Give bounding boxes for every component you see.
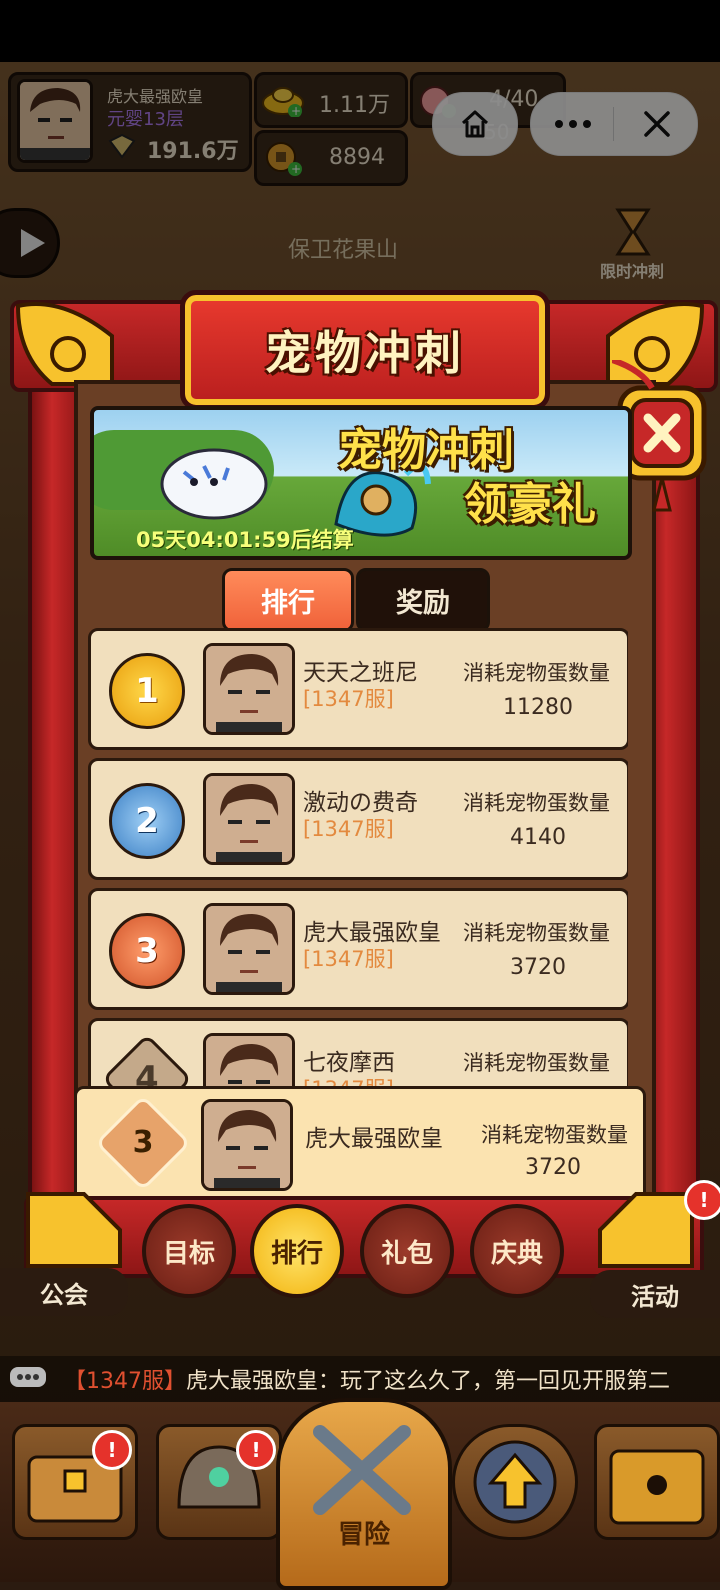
tab-ranking[interactable]: 排行	[222, 568, 354, 632]
my-rank-row: 3 虎大最强欧皇 消耗宠物蛋数量 3720	[74, 1086, 646, 1208]
metric-label: 消耗宠物蛋数量	[463, 791, 610, 815]
metric-value: 11280	[503, 695, 573, 720]
left-cloud-ornament	[12, 296, 122, 388]
locked-chest-icon	[609, 1449, 705, 1525]
player-server: [1347服]	[303, 687, 394, 711]
nav-gift[interactable]: 礼包	[360, 1204, 454, 1298]
ranking-list[interactable]: 1 天天之班尼 [1347服] 消耗宠物蛋数量 11280 2 激动の费奇 [1…	[88, 628, 628, 1088]
my-name: 虎大最强欧皇	[305, 1126, 443, 1152]
player-portrait	[203, 903, 295, 995]
locked-chest-button[interactable]	[594, 1424, 720, 1540]
upgrade-button[interactable]	[452, 1424, 578, 1540]
chat-message: 虎大最强欧皇：玩了这么久了，第一回见开服第二	[186, 1369, 671, 1394]
modal-title: 宠物冲刺	[265, 326, 465, 380]
helmet-alert-badge: !	[236, 1430, 276, 1470]
my-metric-value: 3720	[525, 1155, 581, 1180]
event-countdown: 05天04:01:59后结算	[136, 528, 354, 552]
metric-label: 消耗宠物蛋数量	[463, 921, 610, 945]
player-name: 激动の费奇	[303, 790, 418, 816]
rank-number: 4	[135, 1058, 159, 1088]
gold-medal-icon: 1	[109, 653, 185, 729]
my-metric-label: 消耗宠物蛋数量	[481, 1123, 628, 1147]
player-server: [1347服]	[303, 947, 394, 971]
player-portrait	[203, 773, 295, 865]
player-name: 天天之班尼	[303, 660, 418, 686]
right-corner-ornament	[596, 1190, 696, 1270]
nav-ranking[interactable]: 排行	[250, 1204, 344, 1298]
chat-bar[interactable]: 【1347服】 虎大最强欧皇：玩了这么久了，第一回见开服第二	[0, 1356, 720, 1402]
guild-button[interactable]: 公会	[0, 1268, 128, 1316]
ranking-row[interactable]: 4 七夜摩西 [1347服] 消耗宠物蛋数量	[88, 1018, 628, 1088]
my-portrait	[201, 1099, 293, 1191]
event-banner: 宠物冲刺 领豪礼 05天04:01:59后结算	[90, 406, 632, 560]
player-portrait	[203, 643, 295, 735]
ranking-row[interactable]: 2 激动の费奇 [1347服] 消耗宠物蛋数量 4140	[88, 758, 628, 880]
adventure-label: 冒险	[337, 1520, 390, 1550]
crossed-swords-icon	[313, 1425, 411, 1515]
ranking-row[interactable]: 3 虎大最强欧皇 [1347服] 消耗宠物蛋数量 3720	[88, 888, 628, 1010]
player-name: 七夜摩西	[303, 1050, 395, 1076]
ranking-row[interactable]: 1 天天之班尼 [1347服] 消耗宠物蛋数量 11280	[88, 628, 628, 750]
upgrade-arrow-icon	[473, 1440, 557, 1524]
chat-server-tag: 【1347服】	[64, 1369, 186, 1394]
modal-title-plate: 宠物冲刺	[180, 290, 550, 410]
player-name: 虎大最强欧皇	[303, 920, 441, 946]
player-portrait	[203, 1033, 295, 1088]
adventure-button[interactable]: 冒险	[276, 1398, 452, 1590]
left-corner-ornament	[24, 1190, 124, 1270]
my-rank-number: 3	[132, 1125, 154, 1160]
silver-medal-icon: 2	[109, 783, 185, 859]
rank-diamond-icon: 4	[101, 1033, 193, 1088]
metric-value: 3720	[510, 955, 566, 980]
white-tiger-icon	[154, 432, 274, 522]
metric-label: 消耗宠物蛋数量	[463, 661, 610, 685]
chest-alert-badge: !	[92, 1430, 132, 1470]
metric-label: 消耗宠物蛋数量	[463, 1051, 610, 1075]
player-server: [1347服]	[303, 817, 394, 841]
nav-celebration[interactable]: 庆典	[470, 1204, 564, 1298]
activity-alert-badge: !	[684, 1180, 720, 1220]
nav-goal[interactable]: 目标	[142, 1204, 236, 1298]
status-bar	[0, 0, 720, 62]
activity-button[interactable]: 活动	[590, 1270, 720, 1318]
chat-icon	[8, 1365, 48, 1393]
banner-title-line2: 领豪礼	[464, 479, 596, 530]
metric-value: 4140	[510, 825, 566, 850]
bronze-medal-icon: 3	[109, 913, 185, 989]
tab-rewards[interactable]: 奖励	[356, 568, 490, 632]
